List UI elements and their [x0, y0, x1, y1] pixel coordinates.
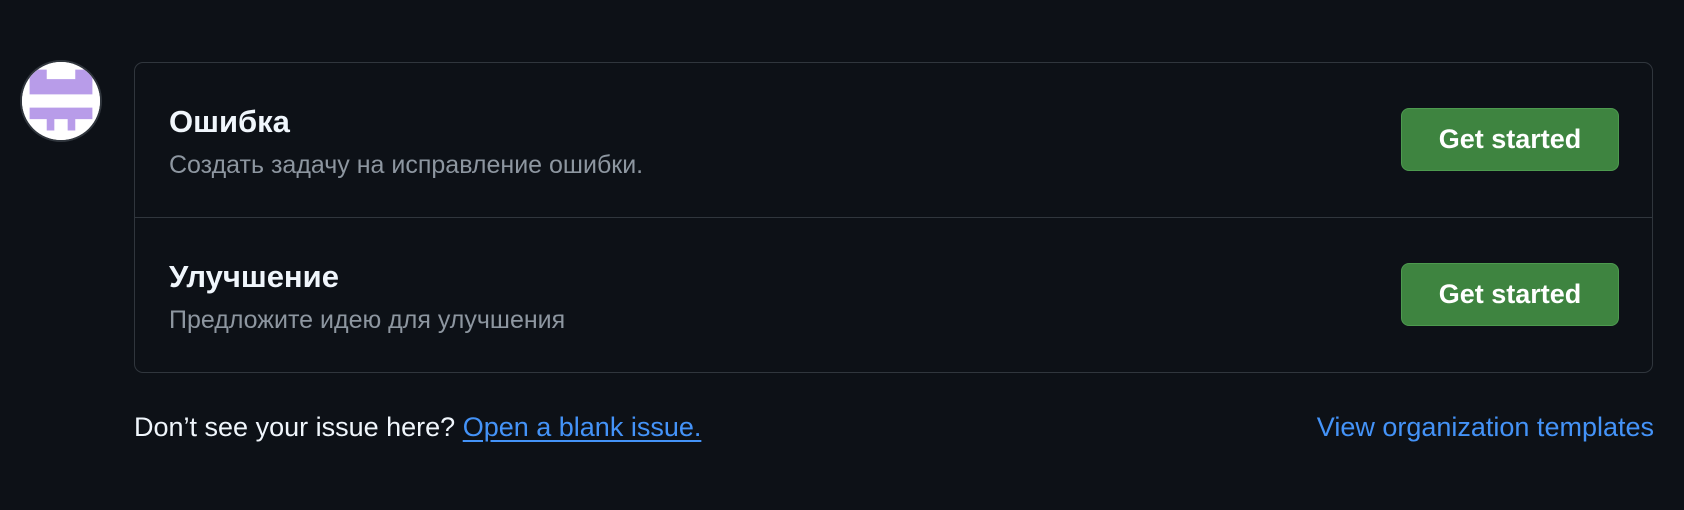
template-row-bug: Ошибка Создать задачу на исправление оши…: [135, 63, 1652, 217]
footer-prompt: Don’t see your issue here? Open a blank …: [134, 410, 701, 445]
template-row-enhancement: Улучшение Предложите идею для улучшения …: [135, 217, 1652, 372]
template-title: Улучшение: [169, 259, 339, 294]
template-description: Создать задачу на исправление ошибки.: [169, 151, 644, 179]
view-org-templates-link[interactable]: View organization templates: [1317, 410, 1654, 445]
get-started-button[interactable]: Get started: [1401, 263, 1619, 326]
issue-template-chooser: Ошибка Создать задачу на исправление оши…: [0, 0, 1684, 510]
template-description: Предложите идею для улучшения: [169, 306, 566, 334]
footer-prompt-text: Don’t see your issue here?: [134, 412, 456, 442]
template-list: Ошибка Создать задачу на исправление оши…: [134, 62, 1653, 373]
org-avatar[interactable]: [20, 60, 102, 142]
template-title: Ошибка: [169, 104, 290, 139]
org-avatar-icon: [22, 62, 100, 140]
open-blank-issue-link[interactable]: Open a blank issue.: [463, 412, 702, 442]
get-started-button[interactable]: Get started: [1401, 108, 1619, 171]
